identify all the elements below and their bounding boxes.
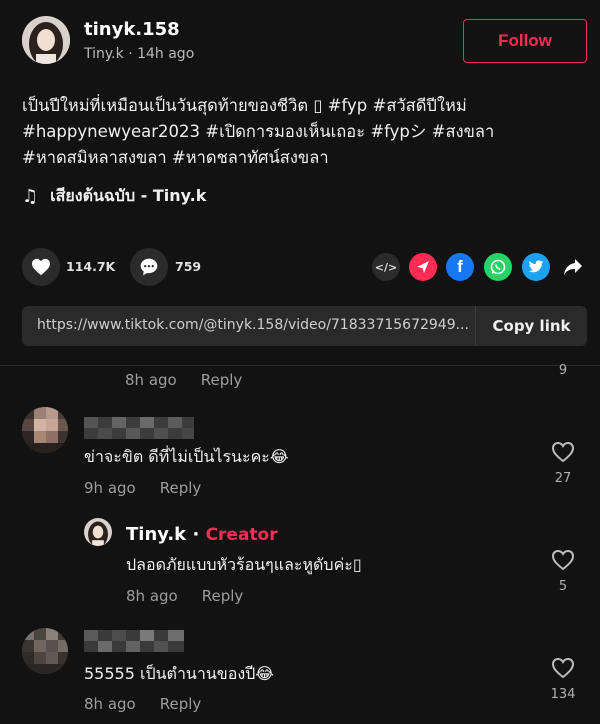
commenter-avatar[interactable] xyxy=(22,407,68,453)
comment-text: ข่าจะขิต ดีที่ไม่เป็นไรนะคะ😂 xyxy=(84,447,289,466)
author-subline: Tiny.k · 14h ago xyxy=(84,46,194,62)
author-avatar[interactable] xyxy=(22,16,70,64)
reply-text: ปลอดภัยแบบหัวร้อนๆและหูดับค่ะ▯ xyxy=(126,555,362,574)
comment-like-count: 134 xyxy=(550,687,576,702)
twitter-icon[interactable] xyxy=(522,253,550,281)
creator-name[interactable]: Tiny.k xyxy=(126,524,186,545)
facebook-icon[interactable]: f xyxy=(446,253,474,281)
reply-button[interactable]: Reply xyxy=(202,587,244,605)
whatsapp-icon[interactable] xyxy=(484,253,512,281)
follow-button[interactable]: Follow xyxy=(463,19,587,63)
post-time: 14h ago xyxy=(137,46,195,62)
comment-text: 55555 เป็นตำนานของปี😂 xyxy=(84,664,274,683)
copy-link-button[interactable]: Copy link xyxy=(475,306,587,346)
section-divider xyxy=(0,365,600,366)
caption-line-3: #หาดสมิหลาสงขลา #หาดชลาทัศน์สงขลา xyxy=(22,148,329,167)
comment-meta: 8h ago Reply xyxy=(126,587,243,605)
send-icon[interactable] xyxy=(409,253,437,281)
creator-avatar[interactable] xyxy=(84,518,112,546)
comment-meta: 8h ago Reply xyxy=(84,695,201,713)
separator-dot: · xyxy=(192,524,200,545)
music-row[interactable]: ♫ เสียงต้นฉบับ - Tiny.k xyxy=(22,184,206,209)
reply-button[interactable]: Reply xyxy=(160,695,202,713)
reply-button[interactable]: Reply xyxy=(160,479,202,497)
separator-dot: · xyxy=(128,46,138,62)
creator-badge: Creator xyxy=(205,525,278,545)
embed-icon[interactable]: </> xyxy=(372,253,400,281)
comment-time: 9h ago xyxy=(84,479,136,497)
comment-time: 8h ago xyxy=(125,371,177,389)
commenter-avatar[interactable] xyxy=(22,628,68,674)
commenter-name-blurred[interactable] xyxy=(84,630,184,652)
comment-like-count: 27 xyxy=(554,471,572,486)
author-username[interactable]: tinyk.158 xyxy=(84,19,180,40)
caption-line-2: #happynewyear2023 #เปิดการมองเห็นเถอะ #f… xyxy=(22,122,495,141)
comment-like-count: 9 xyxy=(558,363,568,378)
like-button[interactable] xyxy=(22,248,60,286)
music-label[interactable]: เสียงต้นฉบับ - Tiny.k xyxy=(50,184,206,209)
comment-button[interactable] xyxy=(130,248,168,286)
video-url[interactable]: https://www.tiktok.com/@tinyk.158/video/… xyxy=(37,317,472,333)
reply-button[interactable]: Reply xyxy=(201,371,243,389)
music-note-icon: ♫ xyxy=(22,186,39,207)
comment-bubble-icon xyxy=(140,258,158,276)
comment-count: 759 xyxy=(175,259,202,274)
share-arrow-icon[interactable] xyxy=(559,253,587,281)
like-count: 114.7K xyxy=(66,259,116,274)
comment-time: 8h ago xyxy=(84,695,136,713)
author-display-name[interactable]: Tiny.k xyxy=(84,46,124,62)
comment-meta: 9h ago Reply xyxy=(84,479,201,497)
heart-icon xyxy=(32,258,50,276)
creator-reply-header: Tiny.k · Creator xyxy=(126,524,278,545)
comment-like-count: 5 xyxy=(558,579,568,594)
comment-meta: 8h ago Reply xyxy=(125,371,242,389)
post-caption: เป็นปีใหม่ที่เหมือนเป็นวันสุดท้ายของชีวิ… xyxy=(22,93,582,171)
heart-outline-icon[interactable] xyxy=(551,657,575,679)
caption-line-1: เป็นปีใหม่ที่เหมือนเป็นวันสุดท้ายของชีวิ… xyxy=(22,96,467,115)
commenter-name-blurred[interactable] xyxy=(84,417,194,439)
heart-outline-icon[interactable] xyxy=(551,441,575,463)
copy-link-bar: https://www.tiktok.com/@tinyk.158/video/… xyxy=(22,306,587,346)
heart-outline-icon[interactable] xyxy=(551,549,575,571)
comment-time: 8h ago xyxy=(126,587,178,605)
